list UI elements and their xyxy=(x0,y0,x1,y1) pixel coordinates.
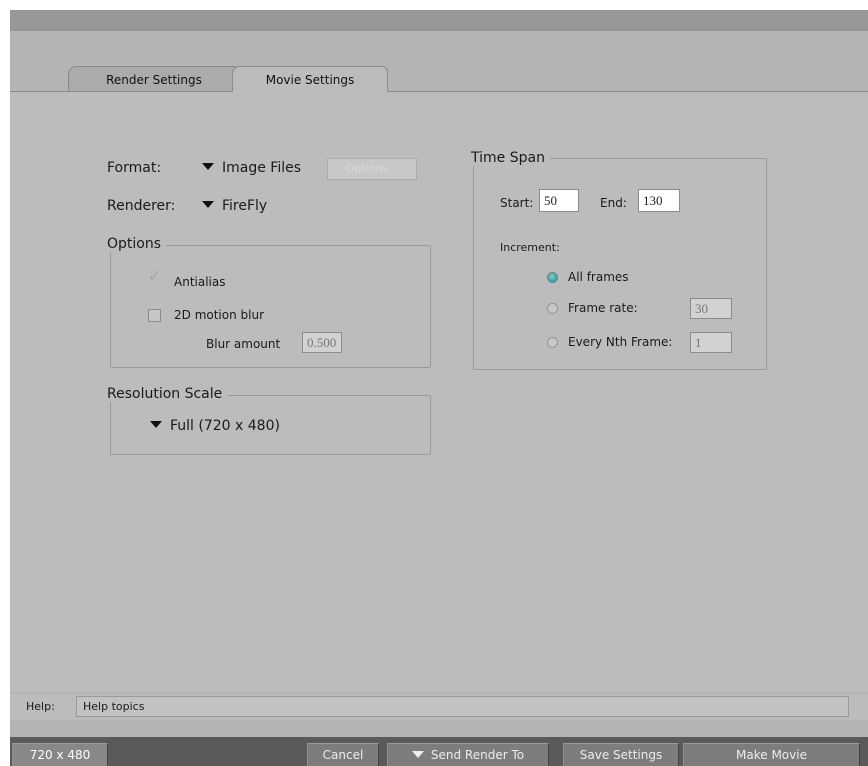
blur-amount-label: Blur amount xyxy=(206,337,281,351)
every-nth-frame-label: Every Nth Frame: xyxy=(568,335,673,349)
options-group-title: Options xyxy=(107,236,167,252)
resolution-scale-dropdown[interactable]: Full (720 x 480) xyxy=(150,418,280,434)
end-frame-field[interactable]: 130 xyxy=(638,189,680,212)
blur-amount-field[interactable]: 0.500 xyxy=(302,332,342,353)
chevron-down-icon xyxy=(150,421,162,428)
help-label: Help: xyxy=(26,700,55,713)
every-nth-frame-field[interactable]: 1 xyxy=(690,332,732,353)
send-render-to-label: Send Render To xyxy=(430,748,525,762)
frame-rate-field[interactable]: 30 xyxy=(690,298,732,319)
resolution-button[interactable]: 720 x 480 xyxy=(12,743,108,766)
resolution-scale-value: Full (720 x 480) xyxy=(170,418,280,434)
time-span-title: Time Span xyxy=(471,150,550,166)
renderer-label: Renderer: xyxy=(107,198,176,214)
chevron-down-icon xyxy=(202,163,214,170)
format-value: Image Files xyxy=(222,160,302,176)
renderer-value: FireFly xyxy=(222,198,268,214)
render-settings-window: Render Settings Movie Settings Format: I… xyxy=(10,10,868,766)
help-row: Help: Help topics xyxy=(10,694,868,720)
format-label: Format: xyxy=(107,160,162,176)
tab-movie-settings[interactable]: Movie Settings xyxy=(232,66,388,92)
movie-settings-panel: Format: Image Files Options... Renderer:… xyxy=(10,92,868,692)
antialias-label: Antialias xyxy=(174,275,226,289)
chevron-down-icon xyxy=(202,201,214,208)
save-settings-button[interactable]: Save Settings xyxy=(563,743,679,766)
tab-render-settings[interactable]: Render Settings xyxy=(68,66,240,92)
resolution-scale-title: Resolution Scale xyxy=(107,386,228,402)
send-render-to-button[interactable]: Send Render To xyxy=(387,743,549,766)
end-label: End: xyxy=(600,196,627,210)
every-nth-frame-radio[interactable] xyxy=(547,337,558,348)
antialias-checkbox[interactable]: ✓ xyxy=(148,268,161,284)
renderer-dropdown[interactable]: FireFly xyxy=(202,198,267,214)
chevron-down-icon xyxy=(411,751,424,758)
start-frame-field[interactable]: 50 xyxy=(539,189,579,212)
make-movie-button[interactable]: Make Movie xyxy=(683,743,860,766)
bottom-toolbar: 720 x 480 Cancel Send Render To Save Set… xyxy=(10,737,868,766)
motion-blur-label: 2D motion blur xyxy=(174,308,265,322)
frame-rate-radio[interactable] xyxy=(547,303,558,314)
title-bar xyxy=(10,10,868,31)
frame-rate-label: Frame rate: xyxy=(568,301,638,315)
all-frames-label: All frames xyxy=(568,270,629,284)
format-options-button[interactable]: Options... xyxy=(327,158,417,180)
help-topics-field: Help topics xyxy=(76,696,849,717)
increment-label: Increment: xyxy=(500,241,560,254)
cancel-button[interactable]: Cancel xyxy=(307,743,379,766)
start-label: Start: xyxy=(500,196,534,210)
motion-blur-checkbox[interactable] xyxy=(148,309,161,322)
format-dropdown[interactable]: Image Files xyxy=(202,160,301,176)
all-frames-radio[interactable] xyxy=(547,272,558,283)
